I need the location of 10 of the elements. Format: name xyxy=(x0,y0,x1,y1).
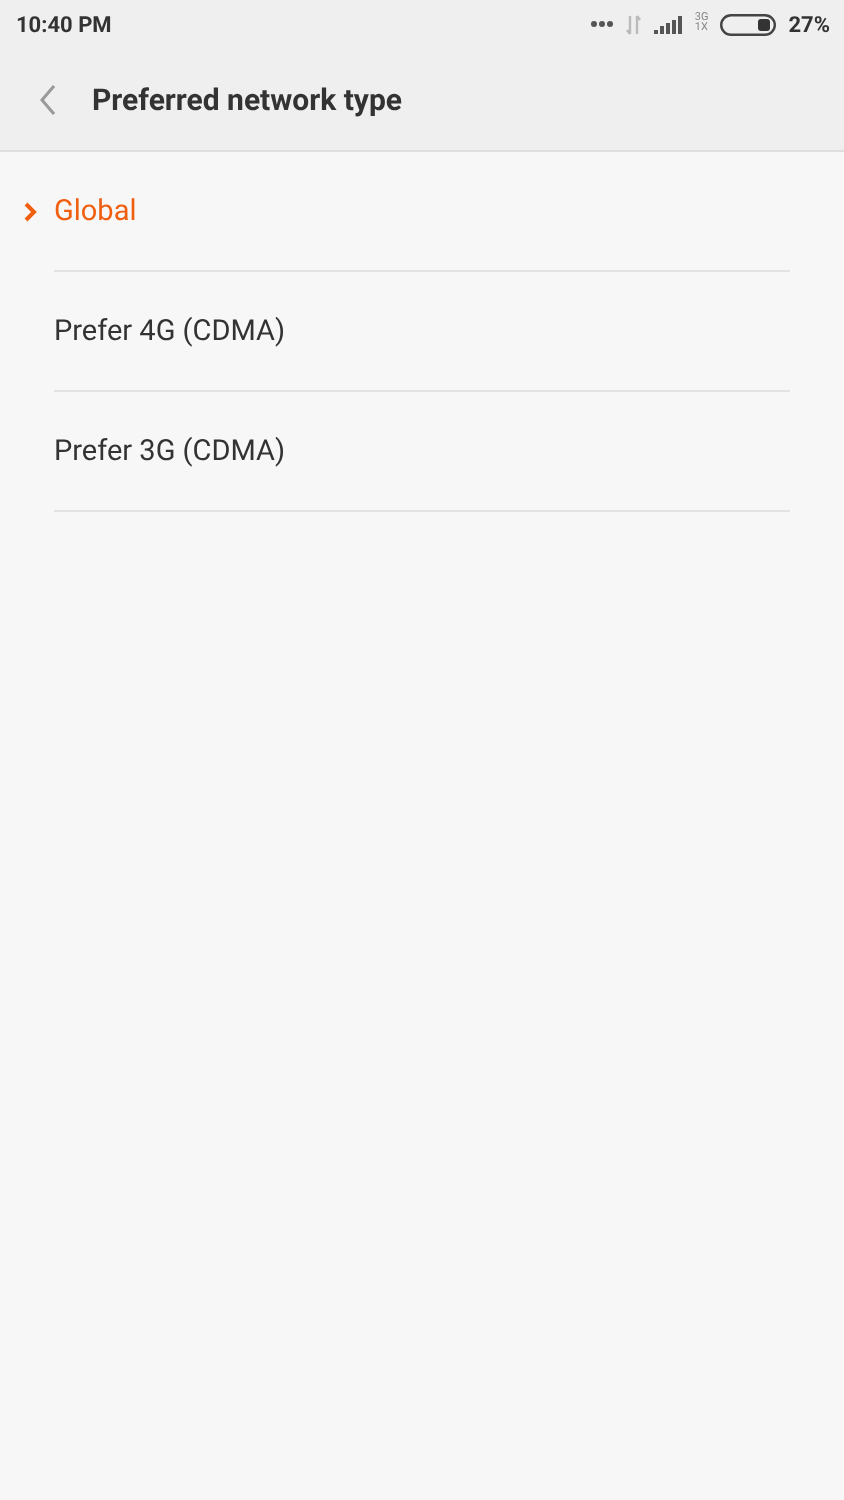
back-icon[interactable] xyxy=(36,81,60,117)
option-item[interactable]: Prefer 3G (CDMA) xyxy=(54,434,286,468)
option-item[interactable]: Prefer 4G (CDMA) xyxy=(54,314,286,348)
data-arrows-icon xyxy=(626,13,643,35)
battery-percent: 27% xyxy=(788,11,830,37)
dots-icon xyxy=(590,20,615,28)
page-title: Preferred network type xyxy=(92,81,403,117)
battery-icon xyxy=(720,13,777,35)
signal-icon xyxy=(654,15,683,33)
status-time: 10:40 PM xyxy=(16,11,112,37)
